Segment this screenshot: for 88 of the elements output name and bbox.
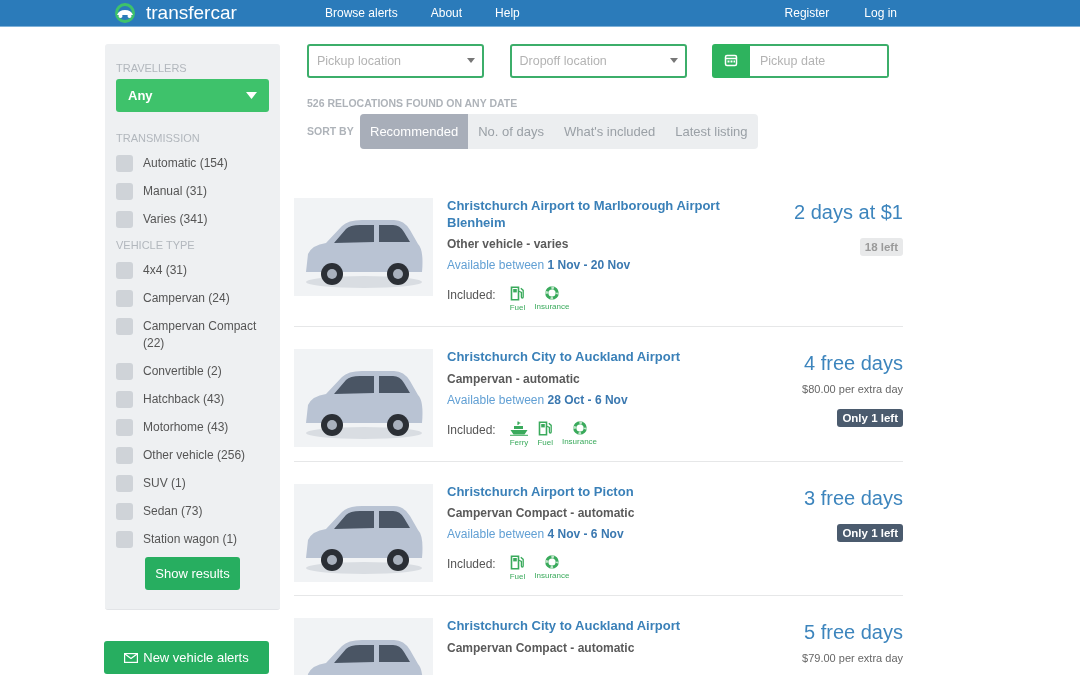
included-label: Included: [447,287,496,304]
travellers-dropdown[interactable]: Any [116,79,269,112]
nav-link[interactable]: Help [495,5,520,21]
sort-label: SORT BY [307,123,355,139]
location-select[interactable]: Pickup location [307,44,484,78]
nav-link[interactable]: About [430,5,463,21]
included-item-label: Insurance [534,302,570,312]
fuel-pump-icon [510,286,525,301]
fuel-pump-icon [538,420,553,436]
fuel-pump-icon [510,555,525,570]
nav-link[interactable]: Browse alerts [325,5,398,21]
included-label: Included: [447,421,496,439]
caret-icon [669,58,678,63]
listing-title-link[interactable]: Christchurch City to Auckland Airport [447,618,747,635]
caret-icon [246,92,257,99]
included-item-label: Fuel [509,572,526,582]
location-select[interactable]: Dropoff location [509,44,687,78]
price-text: 4 free days [803,351,903,375]
checkbox[interactable] [116,446,133,464]
checkbox-label[interactable]: SUV (1) [143,474,186,492]
logo-text[interactable]: transfercar [146,2,237,24]
sort-tab[interactable]: Latest listing [665,114,758,149]
checkbox-label[interactable]: Sedan (73) [143,502,203,520]
vehicle-type: Other vehicle - varies [447,236,570,252]
availability-tag: 18 left [859,238,903,256]
checkbox[interactable] [116,502,133,520]
included-item-label: Insurance [561,436,598,447]
availability-tag: Only 1 left [837,523,903,542]
checkbox[interactable] [116,418,133,436]
availability-text: Available between 28 Oct - 6 Nov [447,391,629,408]
checkbox-label[interactable]: 4x4 (31) [143,261,188,279]
checkbox[interactable] [116,530,133,548]
results-count: 526 RELOCATIONS FOUND ON ANY DATE [307,96,518,110]
availability-tag: Only 1 left [837,409,903,427]
show-results-button[interactable]: Show results [145,557,240,590]
checkbox[interactable] [116,474,133,492]
section-heading: TRAVELLERS [116,61,188,75]
checkbox-label[interactable]: Campervan Compact (22) [143,317,269,352]
checkbox-label[interactable]: Convertible (2) [143,362,222,380]
checkbox[interactable] [116,154,133,172]
nav-link[interactable]: Register [784,5,830,21]
checkbox-label[interactable]: Motorhome (43) [143,418,229,436]
checkbox-label[interactable]: Manual (31) [143,182,208,200]
price-text: 2 days at $1 [794,200,903,224]
envelope-icon [124,652,139,663]
availability-text: Available between 4 Nov - 6 Nov [447,526,625,542]
included-item-label: Ferry [509,437,529,448]
availability-text: Available between 1 Nov - 20 Nov [447,257,632,273]
listing-title-link[interactable]: Christchurch Airport to Picton [447,483,747,500]
sort-tab[interactable]: What's included [553,114,666,149]
checkbox[interactable] [116,182,133,200]
price-text: 5 free days [803,620,903,644]
extra-day-price: $80.00 per extra day [802,383,903,395]
checkbox[interactable] [116,261,133,279]
ship-icon [510,420,529,436]
included-item-label: Fuel [537,437,553,448]
checkbox-label[interactable]: Other vehicle (256) [143,446,246,464]
listing-title-link[interactable]: Christchurch City to Auckland Airport [447,349,747,366]
listing-title-link[interactable]: Christchurch Airport to Marlborough Airport Blenheim [447,198,747,231]
calendar-icon[interactable] [712,44,750,78]
sort-tab[interactable]: No. of days [468,114,554,149]
checkbox-label[interactable]: Campervan (24) [143,289,230,307]
date-field[interactable]: Pickup date [750,44,889,78]
checkbox[interactable] [116,317,133,335]
nav-link[interactable]: Log in [864,5,897,21]
section-heading: VEHICLE TYPE [116,238,196,252]
checkbox[interactable] [116,289,133,307]
included-item-label: Insurance [534,571,570,581]
checkbox-label[interactable]: Station wagon (1) [143,530,238,548]
section-heading: TRANSMISSION [116,131,201,145]
price-text: 3 free days [804,485,903,510]
included-item-label: Fuel [509,303,526,313]
lifebuoy-icon [544,286,559,300]
checkbox-label[interactable]: Automatic (154) [143,154,228,172]
checkbox[interactable] [116,362,133,380]
vehicle-type: Campervan Compact - automatic [447,505,636,521]
alerts-button[interactable]: New vehicle alerts [104,641,269,674]
caret-icon [467,58,475,63]
lifebuoy-icon [544,555,559,569]
extra-day-price: $79.00 per extra day [802,652,903,664]
vehicle-type: Campervan - automatic [447,370,581,387]
checkbox[interactable] [116,390,133,408]
checkbox[interactable] [116,210,133,228]
checkbox-label[interactable]: Varies (341) [143,210,208,228]
included-label: Included: [447,556,496,573]
lifebuoy-icon [572,420,587,435]
checkbox-label[interactable]: Hatchback (43) [143,390,225,408]
vehicle-type: Campervan Compact - automatic [447,639,636,656]
